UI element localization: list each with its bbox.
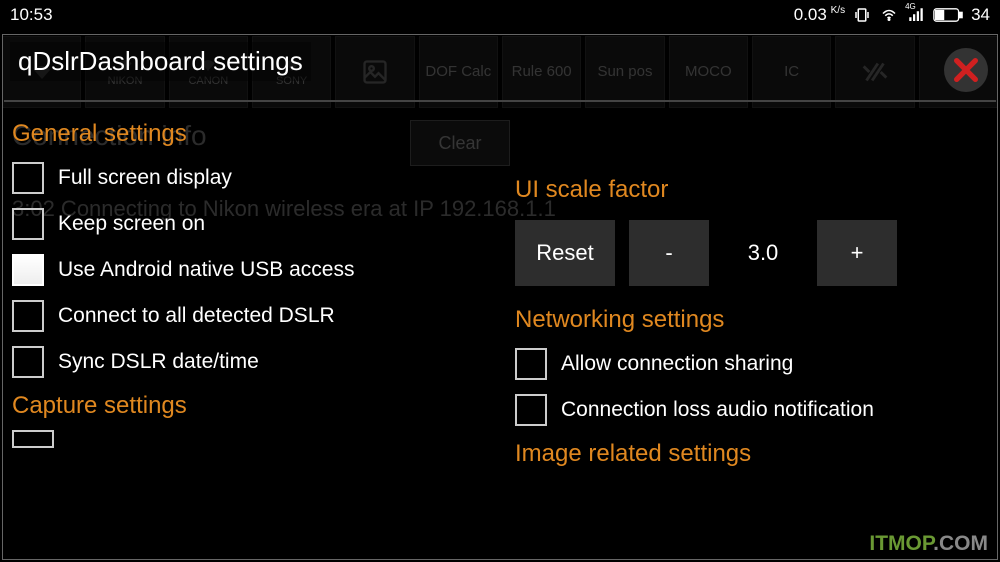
section-capture: Capture settings [12,392,475,420]
checkbox-sync-date[interactable] [12,346,44,378]
row-full-screen[interactable]: Full screen display [12,162,475,194]
label: Connection loss audio notification [561,398,874,422]
close-button[interactable] [944,48,988,92]
checkbox-connection-loss-audio[interactable] [515,394,547,426]
scale-minus-button[interactable]: - [629,220,709,286]
label: Connect to all detected DSLR [58,304,335,328]
status-bar: 10:53 0.03 K/s 4G 34 [0,0,1000,30]
checkbox-keep-screen-on[interactable] [12,208,44,240]
checkbox-connect-all-dslr[interactable] [12,300,44,332]
wifi-icon [879,6,899,24]
scale-value: 3.0 [723,220,803,286]
row-keep-screen-on[interactable]: Keep screen on [12,208,475,240]
checkbox-allow-sharing[interactable] [515,348,547,380]
scale-plus-button[interactable]: + [817,220,897,286]
clock: 10:53 [10,5,53,25]
label: Sync DSLR date/time [58,350,259,374]
dialog-title: qDslrDashboard settings [10,42,311,81]
scale-reset-button[interactable]: Reset [515,220,615,286]
section-ui-scale: UI scale factor [515,176,978,204]
settings-left-column: General settings Full screen display Kee… [12,112,485,560]
label: Use Android native USB access [58,258,354,282]
row-android-usb[interactable]: Use Android native USB access [12,254,475,286]
battery-percent: 34 [971,5,990,25]
label: Keep screen on [58,212,205,236]
row-allow-sharing[interactable]: Allow connection sharing [515,348,978,380]
signal-icon: 4G [907,6,925,24]
label: Allow connection sharing [561,352,793,376]
row-connect-all-dslr[interactable]: Connect to all detected DSLR [12,300,475,332]
settings-right-column: UI scale factor Reset - 3.0 + Networking… [485,112,988,560]
section-general: General settings [12,120,475,148]
label: Full screen display [58,166,232,190]
row-connection-loss-audio[interactable]: Connection loss audio notification [515,394,978,426]
row-sync-date[interactable]: Sync DSLR date/time [12,346,475,378]
close-icon [950,54,982,86]
checkbox-android-usb[interactable] [12,254,44,286]
vibrate-icon [853,6,871,24]
checkbox-full-screen[interactable] [12,162,44,194]
network-speed: 0.03 K/s [794,5,845,25]
partial-checkbox[interactable] [12,430,54,448]
battery-icon [933,7,963,23]
section-networking: Networking settings [515,306,978,334]
watermark: ITMOP.COM [869,532,988,556]
section-image: Image related settings [515,440,978,468]
